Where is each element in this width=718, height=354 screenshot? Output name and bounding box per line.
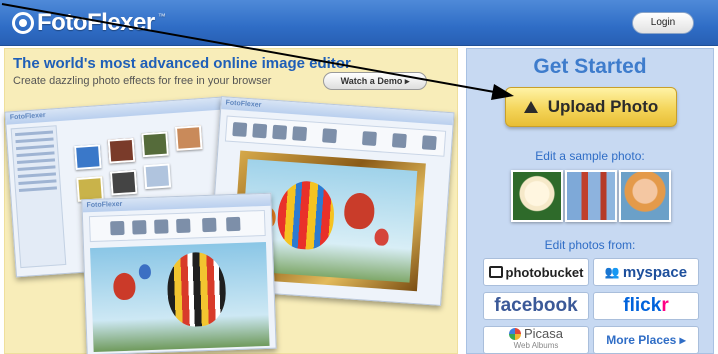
tool-icon [322, 128, 338, 144]
logo-trademark: ™ [157, 12, 166, 21]
tool-icon [391, 133, 407, 149]
tool-icon [226, 216, 241, 232]
login-button[interactable]: Login [632, 12, 694, 34]
tool-icon [421, 135, 437, 151]
myspace-label: myspace [622, 263, 688, 281]
edit-from-label: Edit photos from: [544, 238, 636, 252]
balloon-shape [374, 228, 390, 247]
more-places-button[interactable]: More Places ▸ [593, 326, 699, 354]
photobucket-label: photobucket [505, 264, 584, 280]
photobucket-button[interactable]: photobucket [483, 258, 589, 286]
picasa-button[interactable]: Picasa Web Albums [483, 326, 589, 354]
sample-photo-golden-gate[interactable] [565, 170, 617, 222]
balloon-shape [166, 251, 227, 328]
upload-photo-button[interactable]: Upload Photo [505, 87, 677, 127]
flickr-button[interactable]: flick r [593, 292, 699, 320]
upload-arrow-icon [523, 101, 538, 113]
photobucket-icon [488, 266, 503, 278]
sample-photo-label: Edit a sample photo: [535, 149, 645, 163]
picasa-label: Picasa [523, 326, 564, 341]
get-started-panel: Get Started Upload Photo Edit a sample p… [466, 48, 714, 354]
balloon-shape [275, 179, 337, 252]
logo-camera-icon [12, 12, 34, 34]
balloon-shape [112, 272, 136, 301]
tool-icon [110, 220, 125, 236]
myspace-button[interactable]: 👥 myspace [593, 258, 699, 286]
gallery-thumbnail [109, 169, 138, 196]
top-header-bar: FotoFlexer ™ Login [0, 0, 718, 46]
balloon-photo [90, 241, 270, 353]
editor-screenshot-front: FotoFlexer [81, 192, 277, 354]
upload-photo-label: Upload Photo [547, 97, 659, 116]
gallery-thumbnail [174, 125, 203, 151]
myspace-people-icon: 👥 [604, 265, 620, 279]
tool-icon [154, 219, 169, 234]
gallery-thumbnail [143, 163, 172, 190]
tool-icon [176, 218, 191, 234]
screenshot-toolbar [88, 209, 266, 243]
fotoflexer-logo[interactable]: FotoFlexer ™ [12, 8, 166, 38]
sample-photo-girl[interactable] [619, 170, 671, 222]
picasa-icon [508, 328, 521, 340]
tool-icon [132, 220, 147, 235]
balloon-shape [343, 192, 376, 231]
sample-photo-water-lily[interactable] [511, 170, 563, 222]
tool-icon [272, 124, 288, 140]
facebook-label: facebook [494, 295, 578, 316]
gallery-thumbnail [74, 144, 102, 170]
facebook-button[interactable]: facebook [483, 292, 589, 320]
promo-title: The world's most advanced online image e… [13, 55, 351, 72]
promo-subtitle: Create dazzling photo effects for free i… [13, 75, 272, 87]
balloon-shape [138, 263, 152, 280]
get-started-title: Get Started [533, 55, 647, 78]
flickr-label-pink: r [661, 295, 669, 316]
tool-icon [232, 121, 248, 137]
flickr-label-blue: flick [623, 295, 662, 316]
logo-text: FotoFlexer [37, 9, 155, 36]
tool-icon [252, 123, 268, 139]
screenshot-sidebar [10, 125, 67, 269]
picasa-logo: Picasa [508, 326, 564, 341]
gallery-thumbnail [107, 137, 136, 164]
watch-demo-button[interactable]: Watch a Demo ▸ [323, 72, 427, 90]
tool-icon [202, 217, 217, 233]
tool-icon [361, 131, 377, 147]
tool-icon [292, 126, 308, 142]
gallery-thumbnail [141, 131, 169, 158]
picasa-sublabel: Web Albums [513, 341, 559, 350]
